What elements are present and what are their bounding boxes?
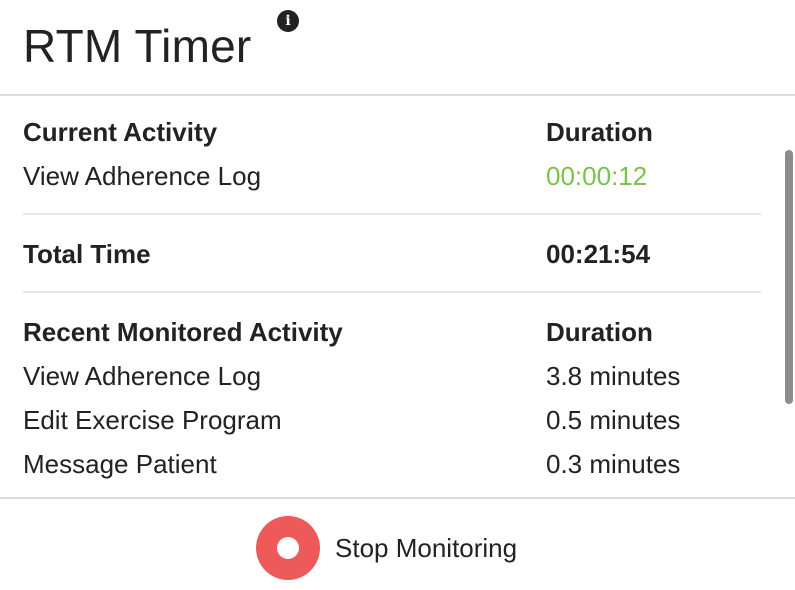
list-item: Edit Exercise Program 0.5 minutes	[23, 400, 761, 440]
recent-activity-duration: 3.8 minutes	[546, 361, 681, 391]
current-activity-row: View Adherence Log 00:00:12	[23, 156, 761, 196]
scrollbar-thumb[interactable]	[785, 150, 793, 404]
recent-activity-name: Message Patient	[23, 449, 217, 479]
recent-activity-header-row: Recent Monitored Activity Duration	[23, 312, 761, 352]
header: RTM Timer i	[0, 0, 795, 96]
divider	[23, 213, 761, 215]
info-icon[interactable]: i	[277, 10, 299, 32]
total-time-label: Total Time	[23, 239, 151, 269]
rtm-timer-panel: RTM Timer i Current Activity Duration Vi…	[0, 0, 795, 590]
current-activity-name: View Adherence Log	[23, 161, 262, 191]
stop-record-icon-center	[277, 537, 299, 559]
list-item: Message Patient 0.3 minutes	[23, 444, 761, 484]
recent-activity-name: View Adherence Log	[23, 361, 262, 391]
stop-monitoring-label[interactable]: Stop Monitoring	[335, 533, 517, 564]
list-item: View Adherence Log 3.8 minutes	[23, 356, 761, 396]
current-activity-header: Current Activity	[23, 117, 218, 147]
current-activity-header-row: Current Activity Duration	[23, 112, 761, 152]
recent-activity-duration: 0.5 minutes	[546, 405, 681, 435]
current-duration-header: Duration	[546, 117, 653, 147]
current-activity-duration: 00:00:12	[546, 161, 648, 191]
stop-record-icon[interactable]	[256, 516, 320, 580]
timer-content[interactable]: Current Activity Duration View Adherence…	[0, 96, 795, 498]
scrollbar[interactable]	[783, 96, 795, 498]
footer: Stop Monitoring	[0, 497, 795, 590]
recent-activity-duration: 0.3 minutes	[546, 449, 681, 479]
recent-activity-header: Recent Monitored Activity	[23, 317, 343, 347]
total-time-row: Total Time 00:21:54	[23, 234, 761, 274]
divider	[23, 291, 761, 293]
recent-duration-header: Duration	[546, 317, 653, 347]
total-time-value: 00:21:54	[546, 239, 651, 269]
recent-activity-name: Edit Exercise Program	[23, 405, 282, 435]
page-title: RTM Timer	[23, 20, 252, 72]
stop-monitoring-button[interactable]: Stop Monitoring	[256, 515, 517, 581]
